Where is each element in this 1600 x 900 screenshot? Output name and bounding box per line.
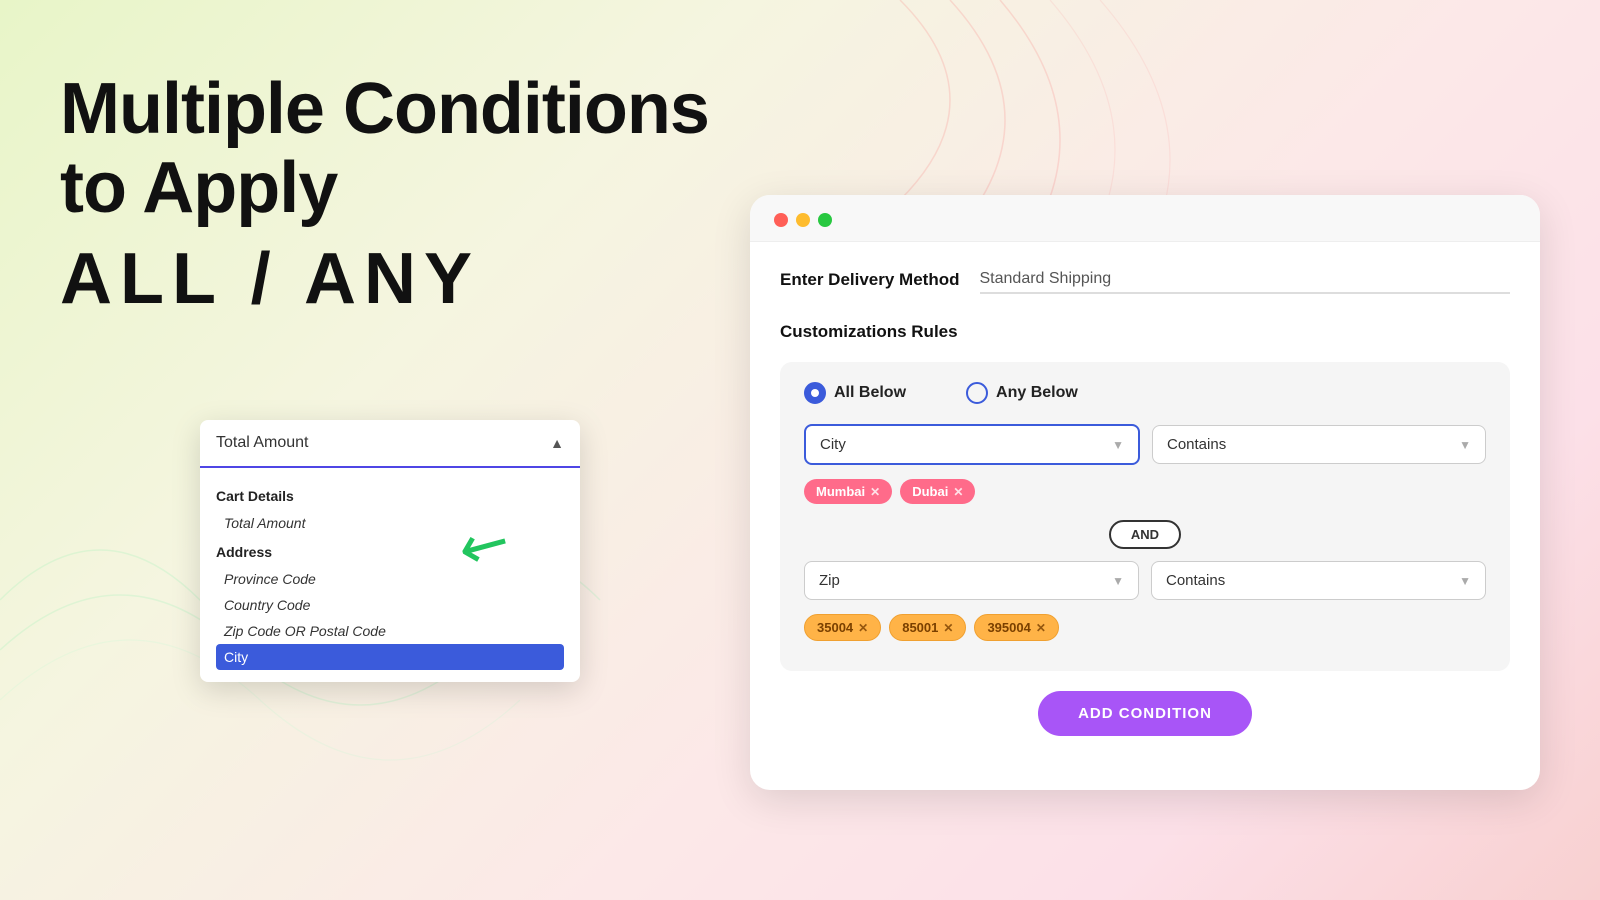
city-tags-row: Mumbai ✕ Dubai ✕	[804, 475, 1486, 508]
add-condition-button[interactable]: ADD CONDITION	[1038, 691, 1252, 736]
tag-dubai[interactable]: Dubai ✕	[900, 479, 975, 504]
chevron-down-icon-4: ▼	[1459, 574, 1471, 588]
tag-85001[interactable]: 85001 ✕	[889, 614, 966, 641]
left-content: Multiple Conditions to Apply ALL / ANY	[60, 70, 709, 320]
tag-395004[interactable]: 395004 ✕	[974, 614, 1058, 641]
dropdown-item-city[interactable]: City	[216, 644, 564, 670]
tag-mumbai[interactable]: Mumbai ✕	[804, 479, 892, 504]
zip-tags-row: 35004 ✕ 85001 ✕ 395004 ✕	[804, 610, 1486, 645]
condition-row-1: City ▼ Contains ▼	[804, 424, 1486, 465]
chevron-down-icon-3: ▼	[1112, 574, 1124, 588]
radio-any-indicator	[966, 382, 988, 404]
operator-contains-label-1: Contains	[1167, 436, 1226, 453]
tag-35004[interactable]: 35004 ✕	[804, 614, 881, 641]
operator-contains-label-2: Contains	[1166, 572, 1225, 589]
radio-any-label: Any Below	[996, 384, 1078, 402]
tag-35004-label: 35004	[817, 620, 853, 635]
group-label-cart: Cart Details	[216, 488, 564, 504]
tag-85001-label: 85001	[902, 620, 938, 635]
radio-all-label: All Below	[834, 384, 906, 402]
rules-box: All Below Any Below City ▼ Contains ▼	[780, 362, 1510, 671]
remove-mumbai-icon[interactable]: ✕	[870, 485, 880, 499]
and-badge: AND	[1109, 520, 1181, 549]
window-controls	[750, 195, 1540, 242]
delivery-method-label: Enter Delivery Method	[780, 270, 960, 290]
delivery-method-row: Enter Delivery Method	[780, 266, 1510, 294]
field-select-zip-label: Zip	[819, 572, 840, 589]
radio-all-below[interactable]: All Below	[804, 382, 906, 404]
section-title: Customizations Rules	[780, 322, 1510, 342]
dropdown-item-country-code[interactable]: Country Code	[216, 592, 564, 618]
remove-395004-icon[interactable]: ✕	[1036, 621, 1046, 635]
all-any-title: ALL / ANY	[60, 238, 709, 320]
condition-row-2: Zip ▼ Contains ▼	[804, 561, 1486, 600]
delivery-method-input[interactable]	[980, 266, 1511, 294]
main-panel: Enter Delivery Method Customizations Rul…	[750, 195, 1540, 790]
field-select-zip[interactable]: Zip ▼	[804, 561, 1139, 600]
minimize-button[interactable]	[796, 213, 810, 227]
close-button[interactable]	[774, 213, 788, 227]
dropdown-item-province-code[interactable]: Province Code	[216, 566, 564, 592]
chevron-down-icon: ▼	[1112, 438, 1124, 452]
dropdown-item-zip-code[interactable]: Zip Code OR Postal Code	[216, 618, 564, 644]
operator-select-contains-1[interactable]: Contains ▼	[1152, 425, 1486, 464]
radio-all-indicator	[804, 382, 826, 404]
radio-row: All Below Any Below	[804, 382, 1486, 404]
chevron-down-icon-2: ▼	[1459, 438, 1471, 452]
main-title: Multiple Conditions to Apply	[60, 70, 709, 228]
remove-85001-icon[interactable]: ✕	[943, 621, 953, 635]
field-dropdown[interactable]: Total Amount ▲ Cart Details Total Amount…	[200, 420, 580, 682]
tag-395004-label: 395004	[987, 620, 1030, 635]
operator-select-contains-2[interactable]: Contains ▼	[1151, 561, 1486, 600]
remove-dubai-icon[interactable]: ✕	[953, 485, 963, 499]
chevron-up-icon: ▲	[550, 435, 564, 451]
remove-35004-icon[interactable]: ✕	[858, 621, 868, 635]
dropdown-current-value: Total Amount	[216, 434, 309, 452]
tag-dubai-label: Dubai	[912, 484, 948, 499]
dropdown-trigger[interactable]: Total Amount ▲	[200, 420, 580, 468]
radio-any-below[interactable]: Any Below	[966, 382, 1078, 404]
panel-content: Enter Delivery Method Customizations Rul…	[750, 242, 1540, 760]
tag-mumbai-label: Mumbai	[816, 484, 865, 499]
field-select-city-label: City	[820, 436, 846, 453]
maximize-button[interactable]	[818, 213, 832, 227]
and-badge-row: AND	[804, 520, 1486, 549]
dropdown-body: Cart Details Total Amount Address Provin…	[200, 468, 580, 682]
add-condition-row: ADD CONDITION	[780, 691, 1510, 736]
field-select-city[interactable]: City ▼	[804, 424, 1140, 465]
